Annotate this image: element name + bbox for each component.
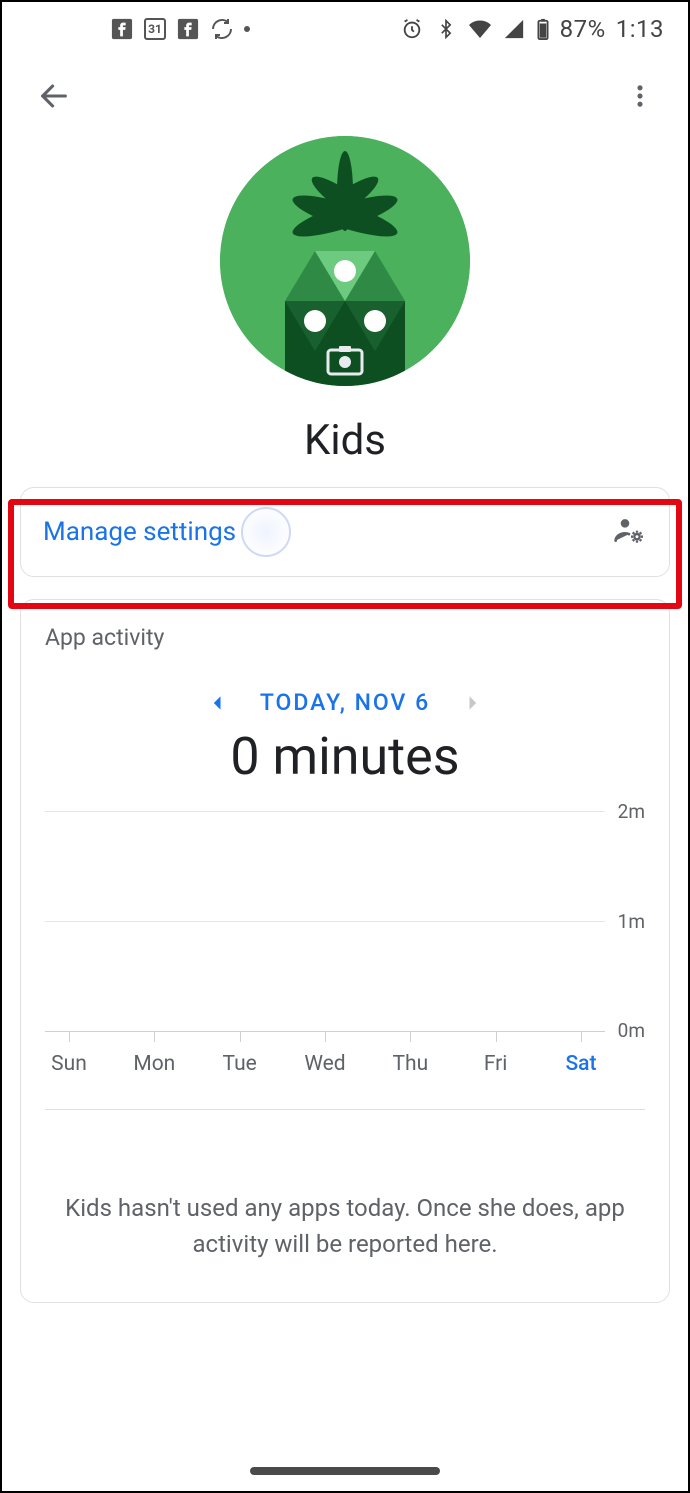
gesture-nav-handle[interactable] xyxy=(250,1467,440,1475)
person-settings-icon xyxy=(613,514,645,550)
x-axis: Sun Mon Tue Wed Thu Fri Sat xyxy=(45,1031,605,1081)
x-tick[interactable]: Fri xyxy=(472,1052,520,1081)
clock-text: 1:13 xyxy=(616,15,664,43)
x-tick-active[interactable]: Sat xyxy=(557,1052,605,1081)
total-usage: 0 minutes xyxy=(21,726,669,787)
x-tick[interactable]: Mon xyxy=(130,1052,178,1081)
next-day-button xyxy=(462,693,482,713)
rotation-lock-icon xyxy=(210,17,234,41)
touch-ripple-icon xyxy=(241,507,291,557)
cell-signal-icon xyxy=(502,17,526,41)
battery-percent: 87% xyxy=(560,15,606,43)
previous-day-button[interactable] xyxy=(208,693,228,713)
y-tick: 0m xyxy=(618,1019,645,1042)
back-button[interactable] xyxy=(30,72,78,120)
empty-state-message: Kids hasn't used any apps today. Once sh… xyxy=(21,1110,669,1262)
app-header xyxy=(2,56,688,136)
app-activity-card: App activity TODAY, NOV 6 0 minutes 2m 1… xyxy=(20,599,670,1303)
y-tick: 2m xyxy=(618,800,645,823)
y-tick: 1m xyxy=(618,910,645,933)
profile-name: Kids xyxy=(304,416,386,465)
facebook-icon xyxy=(176,17,200,41)
facebook-icon xyxy=(110,17,134,41)
date-label[interactable]: TODAY, NOV 6 xyxy=(260,689,430,716)
alarm-icon xyxy=(400,17,424,41)
manage-settings-link[interactable]: Manage settings xyxy=(43,517,236,547)
x-tick[interactable]: Thu xyxy=(386,1052,434,1081)
battery-icon xyxy=(536,17,550,41)
x-tick[interactable]: Wed xyxy=(301,1052,349,1081)
manage-settings-card: Manage settings xyxy=(20,487,670,577)
x-tick[interactable]: Tue xyxy=(216,1052,264,1081)
notification-overflow-dot-icon xyxy=(244,26,250,32)
status-bar: 31 87% 1:13 xyxy=(2,2,688,56)
card-title: App activity xyxy=(21,624,669,651)
avatar[interactable] xyxy=(220,136,470,386)
overflow-menu-button[interactable] xyxy=(616,72,664,120)
calendar-icon: 31 xyxy=(144,18,166,40)
profile-section: Kids xyxy=(2,136,688,465)
bluetooth-icon xyxy=(434,17,458,41)
manage-settings-row[interactable]: Manage settings xyxy=(21,488,669,576)
x-tick[interactable]: Sun xyxy=(45,1052,93,1081)
wifi-icon xyxy=(468,17,492,41)
activity-chart: 2m 1m 0m Sun Mon Tue Wed Thu Fri Sat xyxy=(45,811,645,1081)
date-navigator: TODAY, NOV 6 xyxy=(21,689,669,716)
